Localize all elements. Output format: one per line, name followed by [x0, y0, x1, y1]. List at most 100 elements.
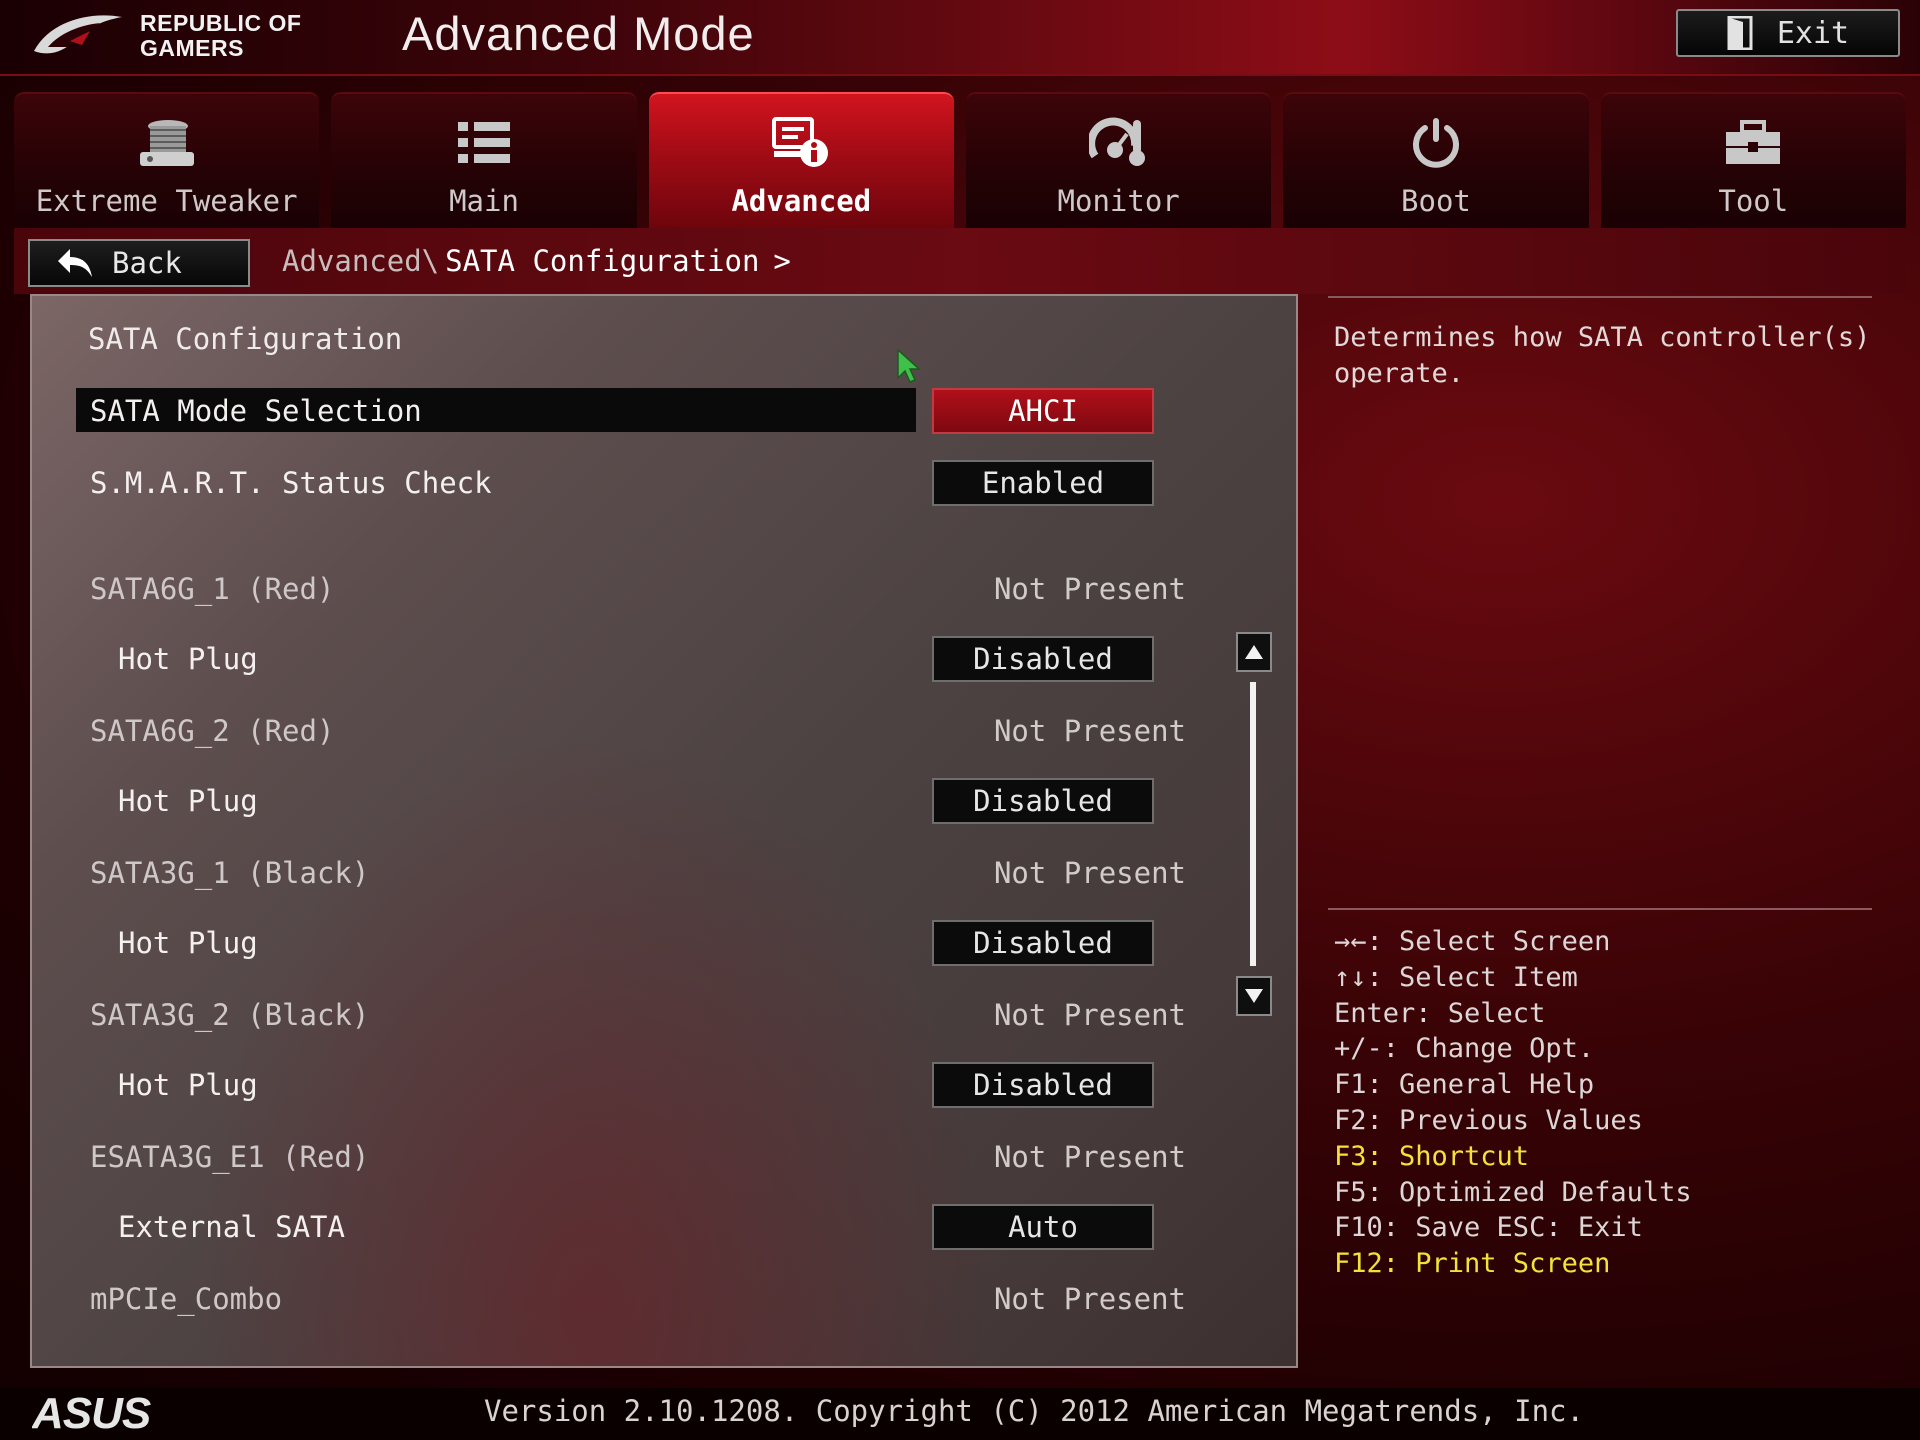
port-status: Not Present: [993, 1140, 1186, 1174]
tab-label: Extreme Tweaker: [35, 184, 298, 218]
setting-row-hot-plug-3[interactable]: Hot Plug Disabled: [76, 920, 1186, 966]
rog-logo: REPUBLIC OF GAMERS: [30, 8, 330, 64]
setting-label: SATA Mode Selection: [90, 394, 422, 428]
port-label: mPCIe_Combo: [90, 1282, 283, 1316]
port-row-sata6g-1: SATA6G_1 (Red) Not Present: [76, 566, 1186, 610]
back-button[interactable]: Back: [28, 239, 250, 287]
mouse-cursor-icon: [897, 348, 921, 383]
key-hint-f12-print: F12: Print Screen: [1334, 1248, 1611, 1280]
advanced-info-icon: [770, 112, 832, 174]
page-title: Advanced Mode: [402, 7, 755, 60]
scroll-down-button[interactable]: [1236, 976, 1272, 1016]
tab-label: Advanced: [731, 184, 872, 218]
setting-row-sata-mode[interactable]: SATA Mode Selection AHCI: [76, 388, 1186, 434]
help-description: Determines how SATA controller(s) operat…: [1334, 320, 1874, 392]
setting-row-external-sata[interactable]: External SATA Auto: [76, 1204, 1186, 1250]
settings-panel: SATA Configuration SATA Mode Selection A…: [30, 294, 1298, 1368]
port-status: Not Present: [993, 1282, 1186, 1316]
exit-button[interactable]: Exit: [1676, 9, 1900, 57]
back-label: Back: [112, 246, 182, 280]
help-line: Determines how SATA controller(s): [1334, 322, 1871, 353]
main-tabs: Extreme Tweaker Main Advanced Monitor Bo…: [14, 92, 1906, 228]
port-row-mpcie-combo: mPCIe_Combo Not Present: [76, 1276, 1186, 1320]
scroll-up-button[interactable]: [1236, 632, 1272, 672]
setting-label: Hot Plug: [118, 1068, 258, 1102]
setting-label: S.M.A.R.T. Status Check: [90, 466, 492, 500]
thermometer-gauge-icon: [1088, 112, 1150, 174]
brand-line-2: GAMERS: [140, 35, 244, 61]
hot-plug-select[interactable]: Disabled: [932, 778, 1154, 824]
port-label: SATA3G_2 (Black): [90, 998, 370, 1032]
tab-tool[interactable]: Tool: [1600, 92, 1906, 228]
key-hint-enter: Enter: Select: [1334, 997, 1546, 1029]
setting-label: Hot Plug: [118, 642, 258, 676]
exit-door-icon: [1727, 16, 1753, 50]
scrollbar[interactable]: [1236, 632, 1272, 1016]
breadcrumb-current: SATA Configuration: [445, 244, 760, 278]
key-hint-change-opt: +/-: Change Opt.: [1334, 1033, 1595, 1065]
footer-bar: ASUS Version 2.10.1208. Copyright (C) 20…: [0, 1388, 1920, 1440]
port-row-esata3g-e1: ESATA3G_E1 (Red) Not Present: [76, 1134, 1186, 1178]
exit-label: Exit: [1776, 15, 1850, 51]
hot-plug-select[interactable]: Disabled: [932, 1062, 1154, 1108]
svg-text:ASUS: ASUS: [32, 1392, 151, 1434]
toolbox-icon: [1722, 112, 1784, 174]
key-hint-f5: F5: Optimized Defaults: [1334, 1176, 1692, 1208]
sata-mode-select[interactable]: AHCI: [932, 388, 1154, 434]
port-status: Not Present: [993, 572, 1186, 606]
extreme-tweaker-icon: [136, 112, 198, 174]
power-icon: [1405, 112, 1467, 174]
version-text: Version 2.10.1208. Copyright (C) 2012 Am…: [484, 1394, 1584, 1428]
setting-label: Hot Plug: [118, 926, 258, 960]
panel-title: SATA Configuration: [88, 322, 403, 356]
setting-label: External SATA: [118, 1210, 345, 1244]
help-divider-bottom: [1328, 908, 1872, 910]
port-label: SATA3G_1 (Black): [90, 856, 370, 890]
breadcrumb-bar: Back Advanced\ SATA Configuration >: [14, 228, 1906, 294]
port-row-sata3g-1: SATA3G_1 (Black) Not Present: [76, 850, 1186, 894]
port-label: SATA6G_2 (Red): [90, 714, 335, 748]
tab-monitor[interactable]: Monitor: [965, 92, 1272, 228]
setting-label: Hot Plug: [118, 784, 258, 818]
setting-row-smart-check[interactable]: S.M.A.R.T. Status Check Enabled: [76, 460, 1186, 506]
tab-main[interactable]: Main: [331, 92, 637, 228]
tab-label: Monitor: [1057, 184, 1180, 218]
key-hint-f10-esc: F10: Save ESC: Exit: [1334, 1212, 1643, 1244]
arrow-down-icon: [1245, 989, 1263, 1003]
header-bar: REPUBLIC OF GAMERS Advanced Mode Exit: [0, 0, 1920, 76]
tab-boot[interactable]: Boot: [1283, 92, 1589, 228]
key-hint-select-item: ↑↓: Select Item: [1334, 961, 1578, 993]
tab-label: Boot: [1401, 184, 1471, 218]
hot-plug-select[interactable]: Disabled: [932, 920, 1154, 966]
key-legend: →←: Select Screen ↑↓: Select Item Enter:…: [1334, 924, 1692, 1282]
tab-label: Tool: [1718, 184, 1789, 218]
help-line: operate.: [1334, 358, 1465, 389]
port-status: Not Present: [993, 714, 1186, 748]
port-status: Not Present: [993, 856, 1186, 890]
tab-label: Main: [449, 184, 519, 218]
tab-advanced[interactable]: Advanced: [648, 92, 954, 228]
hot-plug-select[interactable]: Disabled: [932, 636, 1154, 682]
list-icon: [453, 112, 515, 174]
smart-check-select[interactable]: Enabled: [932, 460, 1154, 506]
arrow-up-icon: [1245, 645, 1263, 659]
setting-row-hot-plug-4[interactable]: Hot Plug Disabled: [76, 1062, 1186, 1108]
asus-logo: ASUS: [32, 1392, 152, 1434]
tab-extreme-tweaker[interactable]: Extreme Tweaker: [14, 92, 320, 228]
port-label: ESATA3G_E1 (Red): [90, 1140, 370, 1174]
port-row-sata3g-2: SATA3G_2 (Black) Not Present: [76, 992, 1186, 1036]
key-hint-f1: F1: General Help: [1334, 1069, 1595, 1101]
breadcrumb: Advanced\ SATA Configuration >: [282, 244, 791, 278]
port-row-sata6g-2: SATA6G_2 (Red) Not Present: [76, 708, 1186, 752]
setting-row-hot-plug-2[interactable]: Hot Plug Disabled: [76, 778, 1186, 824]
key-hint-f3-shortcut: F3: Shortcut: [1334, 1140, 1530, 1172]
back-arrow-icon: [58, 249, 92, 277]
setting-row-hot-plug-1[interactable]: Hot Plug Disabled: [76, 636, 1186, 682]
scroll-track[interactable]: [1250, 682, 1256, 966]
brand-line-1: REPUBLIC OF: [140, 10, 302, 36]
port-label: SATA6G_1 (Red): [90, 572, 335, 606]
port-status: Not Present: [993, 998, 1186, 1032]
external-sata-select[interactable]: Auto: [932, 1204, 1154, 1250]
breadcrumb-arrow: >: [773, 244, 791, 278]
breadcrumb-parent[interactable]: Advanced\: [282, 244, 439, 278]
